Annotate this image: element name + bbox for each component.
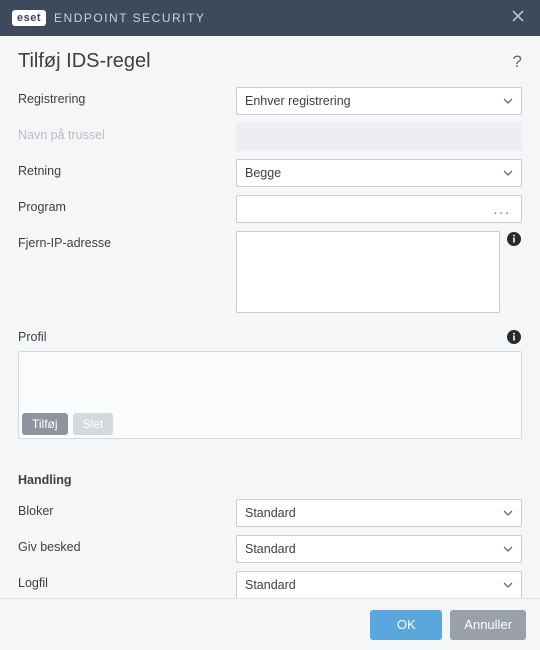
browse-ellipsis-icon: ... bbox=[493, 201, 511, 217]
brand-text: ENDPOINT SECURITY bbox=[54, 11, 205, 25]
chevron-down-icon bbox=[503, 546, 513, 552]
direction-select[interactable]: Begge bbox=[236, 159, 522, 187]
block-label: Bloker bbox=[18, 499, 236, 518]
info-icon[interactable] bbox=[506, 329, 522, 345]
action-heading: Handling bbox=[18, 473, 522, 487]
chevron-down-icon bbox=[503, 510, 513, 516]
log-select[interactable]: Standard bbox=[236, 571, 522, 599]
close-icon[interactable] bbox=[506, 5, 530, 31]
remote-ip-textarea[interactable] bbox=[236, 231, 500, 313]
detection-label: Registrering bbox=[18, 87, 236, 106]
detection-select[interactable]: Enhver registrering bbox=[236, 87, 522, 115]
direction-label: Retning bbox=[18, 159, 236, 178]
profile-delete-button: Slet bbox=[73, 413, 114, 435]
cancel-button[interactable]: Annuller bbox=[450, 610, 526, 640]
ok-button[interactable]: OK bbox=[370, 610, 442, 640]
help-icon[interactable]: ? bbox=[513, 52, 522, 72]
threat-name-label: Navn på trussel bbox=[18, 123, 236, 142]
notify-value: Standard bbox=[245, 542, 296, 556]
remote-ip-label: Fjern-IP-adresse bbox=[18, 231, 236, 250]
program-label: Program bbox=[18, 195, 236, 214]
detection-value: Enhver registrering bbox=[245, 94, 351, 108]
page-title: Tilføj IDS-regel bbox=[18, 50, 513, 73]
dialog-footer: OK Annuller bbox=[0, 598, 540, 650]
block-value: Standard bbox=[245, 506, 296, 520]
chevron-down-icon bbox=[503, 582, 513, 588]
profile-listbox[interactable]: Tilføj Slet bbox=[18, 351, 522, 439]
notify-label: Giv besked bbox=[18, 535, 236, 554]
profile-add-button[interactable]: Tilføj bbox=[22, 413, 68, 435]
window-titlebar: eset ENDPOINT SECURITY bbox=[0, 0, 540, 36]
direction-value: Begge bbox=[245, 166, 281, 180]
program-browse-input[interactable]: ... bbox=[236, 195, 522, 223]
threat-name-input bbox=[236, 123, 522, 151]
block-select[interactable]: Standard bbox=[236, 499, 522, 527]
notify-select[interactable]: Standard bbox=[236, 535, 522, 563]
log-value: Standard bbox=[245, 578, 296, 592]
chevron-down-icon bbox=[503, 98, 513, 104]
info-icon[interactable] bbox=[506, 231, 522, 247]
log-label: Logfil bbox=[18, 571, 236, 590]
brand-logo: eset bbox=[12, 10, 46, 26]
profile-label: Profil bbox=[18, 330, 500, 344]
chevron-down-icon bbox=[503, 170, 513, 176]
